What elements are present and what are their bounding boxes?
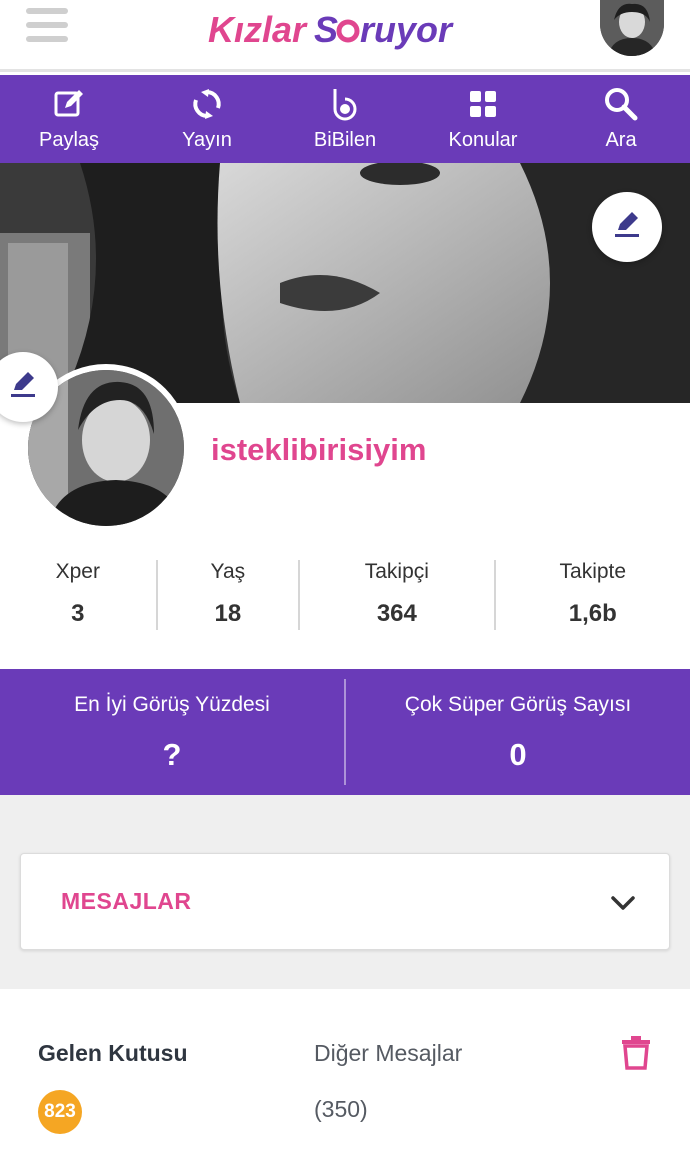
hamburger-menu-icon[interactable]: [26, 8, 68, 46]
nav-item-konular[interactable]: Konular: [414, 75, 552, 163]
stat-takipci[interactable]: Takipçi 364: [300, 556, 493, 636]
stat-value: 1,6b: [568, 600, 617, 627]
edit-cover-button[interactable]: [592, 192, 662, 262]
nav-item-label: Ara: [605, 129, 637, 151]
trash-icon[interactable]: [618, 1034, 654, 1074]
stat-takipte[interactable]: Takipte 1,6b: [496, 556, 690, 636]
messages-accordion[interactable]: MESAJLAR: [20, 853, 670, 950]
stat-yas: Yaş 18: [158, 556, 299, 636]
best-opinion-percentage: En İyi Görüş Yüzdesi ?: [0, 669, 344, 795]
super-opinion-count: Çok Süper Görüş Sayısı 0: [346, 669, 690, 795]
nav-item-label: BiBilen: [313, 129, 377, 151]
refresh-icon: [190, 87, 224, 121]
profile-username: isteklibirisiyim: [211, 432, 427, 467]
bibilen-icon: [328, 87, 362, 121]
pencil-icon: [8, 370, 38, 405]
stat-label: Xper: [55, 560, 100, 583]
nav-item-label: Konular: [448, 129, 518, 151]
nav-item-yayin[interactable]: Yayın: [138, 75, 276, 163]
top-bar: Kızlar S ruyor: [0, 0, 690, 72]
svg-text:Kızlar: Kızlar: [208, 9, 308, 50]
opinion-summary: En İyi Görüş Yüzdesi ? Çok Süper Görüş S…: [0, 669, 690, 795]
messages-title: MESAJLAR: [61, 888, 192, 914]
nav-item-label: Yayın: [182, 129, 232, 151]
inbox-link[interactable]: Gelen Kutusu: [38, 1040, 188, 1067]
user-avatar[interactable]: [600, 0, 664, 56]
stat-value: 364: [376, 600, 417, 627]
nav-item-paylas[interactable]: Paylaş: [0, 75, 138, 163]
svg-text:S: S: [314, 9, 338, 50]
inbox-count-badge: 823: [38, 1090, 82, 1134]
profile-stats: Xper 3 Yaş 18 Takipçi 364 Takipte 1,6b: [0, 556, 690, 636]
stat-xper: Xper 3: [0, 556, 156, 636]
chevron-down-icon: [609, 889, 637, 917]
nav-item-label: Paylaş: [38, 129, 100, 151]
site-logo[interactable]: Kızlar S ruyor: [208, 4, 478, 56]
search-icon: [604, 87, 638, 121]
stat-label: Yaş: [210, 560, 246, 583]
summary-value: ?: [162, 737, 182, 772]
nav-item-bibilen[interactable]: BiBilen: [276, 75, 414, 163]
svg-text:ruyor: ruyor: [360, 9, 454, 50]
summary-label: En İyi Görüş Yüzdesi: [74, 693, 270, 716]
stat-label: Takipçi: [364, 560, 429, 583]
stat-value: 18: [214, 600, 242, 627]
other-messages-count: (350): [314, 1096, 368, 1122]
other-messages-link[interactable]: Diğer Mesajlar: [314, 1040, 462, 1067]
grid-icon: [466, 87, 500, 121]
nav-item-ara[interactable]: Ara: [552, 75, 690, 163]
stat-label: Takipte: [559, 560, 627, 583]
edit-icon: [52, 87, 86, 121]
main-nav: Paylaş Yayın BiBilen Konular Ara: [0, 75, 690, 163]
summary-label: Çok Süper Görüş Sayısı: [404, 693, 632, 716]
summary-value: 0: [509, 737, 527, 772]
pencil-icon: [612, 210, 642, 245]
stat-value: 3: [71, 600, 85, 627]
